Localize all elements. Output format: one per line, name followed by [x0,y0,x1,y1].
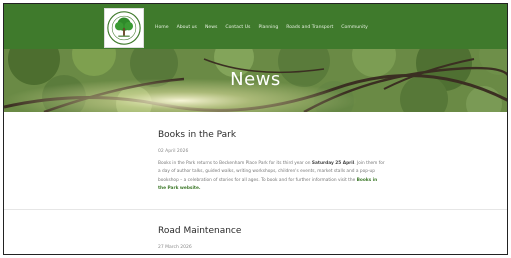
tree-logo-icon [107,11,141,45]
article-title[interactable]: Road Maintenance [158,226,388,236]
nav-contact-us[interactable]: Contact Us [225,25,250,31]
article-body: Books in the Park returns to Beckenham P… [158,160,386,194]
site-header: Home About us News Contact Us Planning R… [4,4,507,49]
news-article: Books in the Park 02 April 2026 Books in… [158,130,388,194]
news-article: Road Maintenance 27 March 2026 [158,226,388,250]
main-nav: Home About us News Contact Us Planning R… [155,25,368,31]
article-title[interactable]: Books in the Park [158,130,388,140]
nav-home[interactable]: Home [155,25,169,31]
nav-about-us[interactable]: About us [177,25,197,31]
article-body-highlight: Saturday 25 April [311,161,355,166]
nav-planning[interactable]: Planning [258,25,278,31]
article-date: 02 April 2026 [158,149,189,154]
nav-community[interactable]: Community [341,25,368,31]
nav-roads-and-transport[interactable]: Roads and Transport [286,25,333,31]
site-logo[interactable] [104,8,144,48]
article-body-text: Books in the Park returns to Beckenham P… [158,161,312,166]
hero-banner: News [4,49,507,112]
page-title: News [230,69,281,90]
nav-news[interactable]: News [205,25,217,31]
article-divider [4,209,507,210]
browser-page: Home About us News Contact Us Planning R… [3,3,508,255]
article-date: 27 March 2026 [158,245,192,250]
